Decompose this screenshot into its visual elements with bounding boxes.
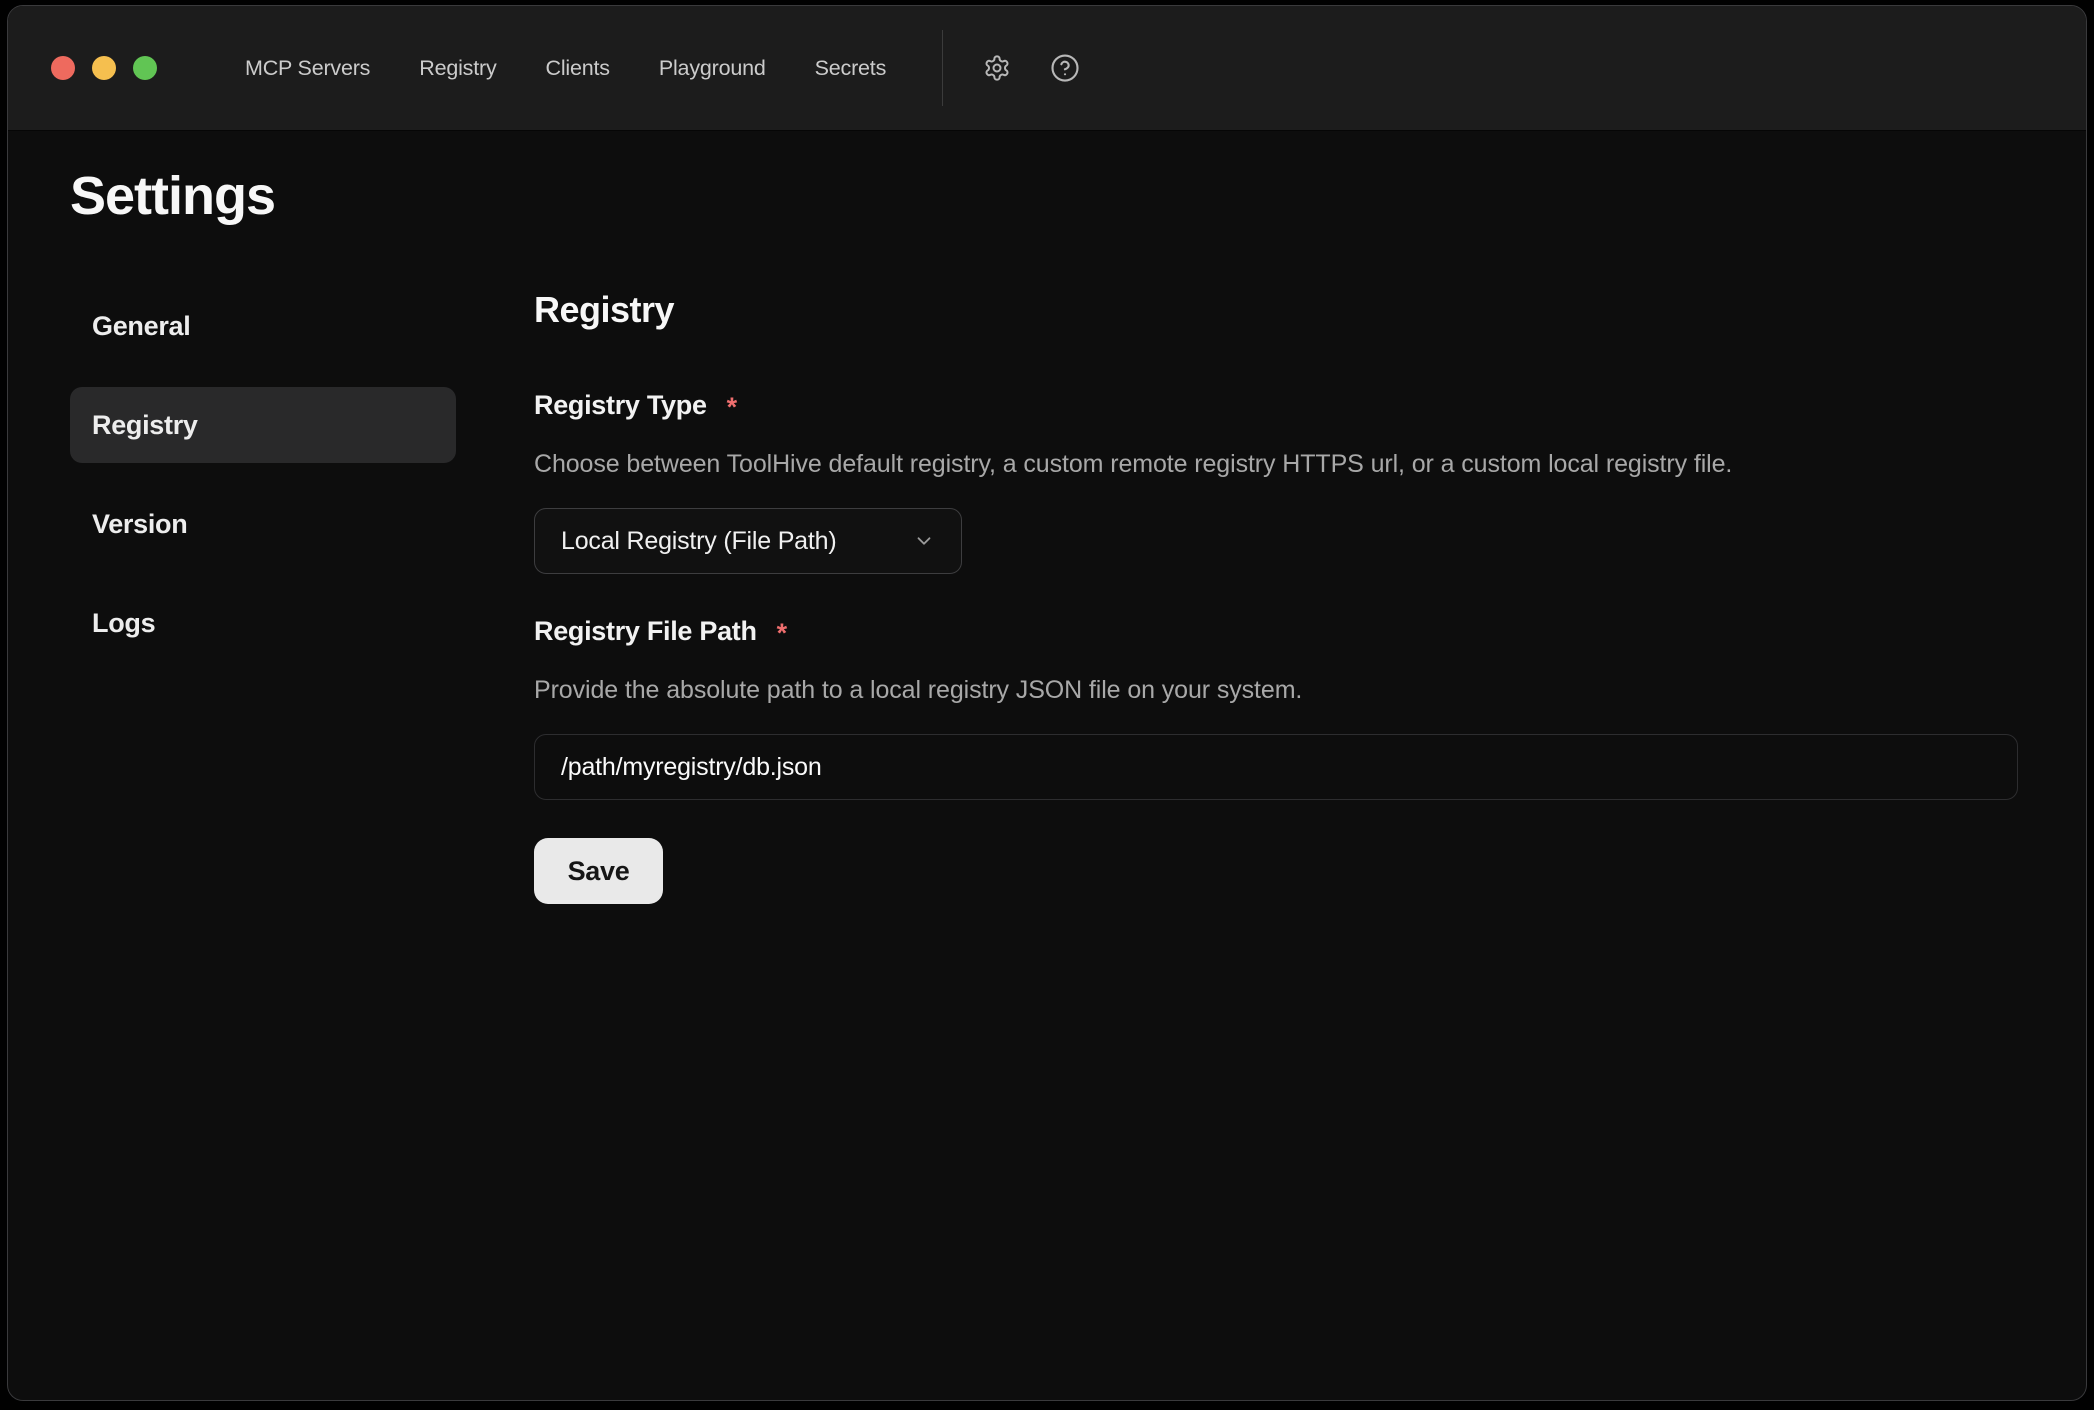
settings-sidebar: General Registry Version Logs [70,288,456,904]
chevron-down-icon [913,530,935,552]
titlebar: MCP Servers Registry Clients Playground … [8,6,2086,131]
nav-item-playground[interactable]: Playground [659,56,766,81]
registry-file-path-input[interactable] [534,734,2018,800]
save-button[interactable]: Save [534,838,663,904]
page-title: Settings [70,161,2016,231]
titlebar-icons [981,52,1081,84]
required-asterisk: * [777,614,788,652]
required-asterisk: * [727,388,738,426]
close-button[interactable] [51,56,75,80]
registry-file-path-label: Registry File Path [534,614,757,648]
registry-type-selected-value: Local Registry (File Path) [561,527,836,556]
nav-item-clients[interactable]: Clients [546,56,610,81]
gear-icon [983,54,1011,82]
nav-item-secrets[interactable]: Secrets [815,56,887,81]
registry-type-label: Registry Type [534,388,707,422]
window-controls [51,56,157,80]
minimize-button[interactable] [92,56,116,80]
registry-file-path-description: Provide the absolute path to a local reg… [534,674,2016,706]
app-window: MCP Servers Registry Clients Playground … [7,5,2087,1401]
nav-item-mcp-servers[interactable]: MCP Servers [245,56,370,81]
sidebar-item-general[interactable]: General [70,288,456,364]
registry-type-select[interactable]: Local Registry (File Path) [534,508,962,574]
zoom-button[interactable] [133,56,157,80]
settings-gear-button[interactable] [981,52,1013,84]
section-heading: Registry [534,288,2016,332]
help-button[interactable] [1049,52,1081,84]
registry-type-field: Registry Type * Choose between ToolHive … [534,388,2016,574]
registry-file-path-field: Registry File Path * Provide the absolut… [534,614,2016,800]
registry-settings-panel: Registry Registry Type * Choose between … [534,288,2016,904]
help-icon [1050,53,1080,83]
registry-type-description: Choose between ToolHive default registry… [534,448,2016,480]
titlebar-divider [942,30,943,106]
nav-item-registry[interactable]: Registry [419,56,496,81]
top-nav: MCP Servers Registry Clients Playground … [245,56,886,81]
sidebar-item-logs[interactable]: Logs [70,585,456,661]
sidebar-item-version[interactable]: Version [70,486,456,562]
sidebar-item-registry[interactable]: Registry [70,387,456,463]
settings-page: Settings General Registry Version Logs R… [8,131,2086,904]
